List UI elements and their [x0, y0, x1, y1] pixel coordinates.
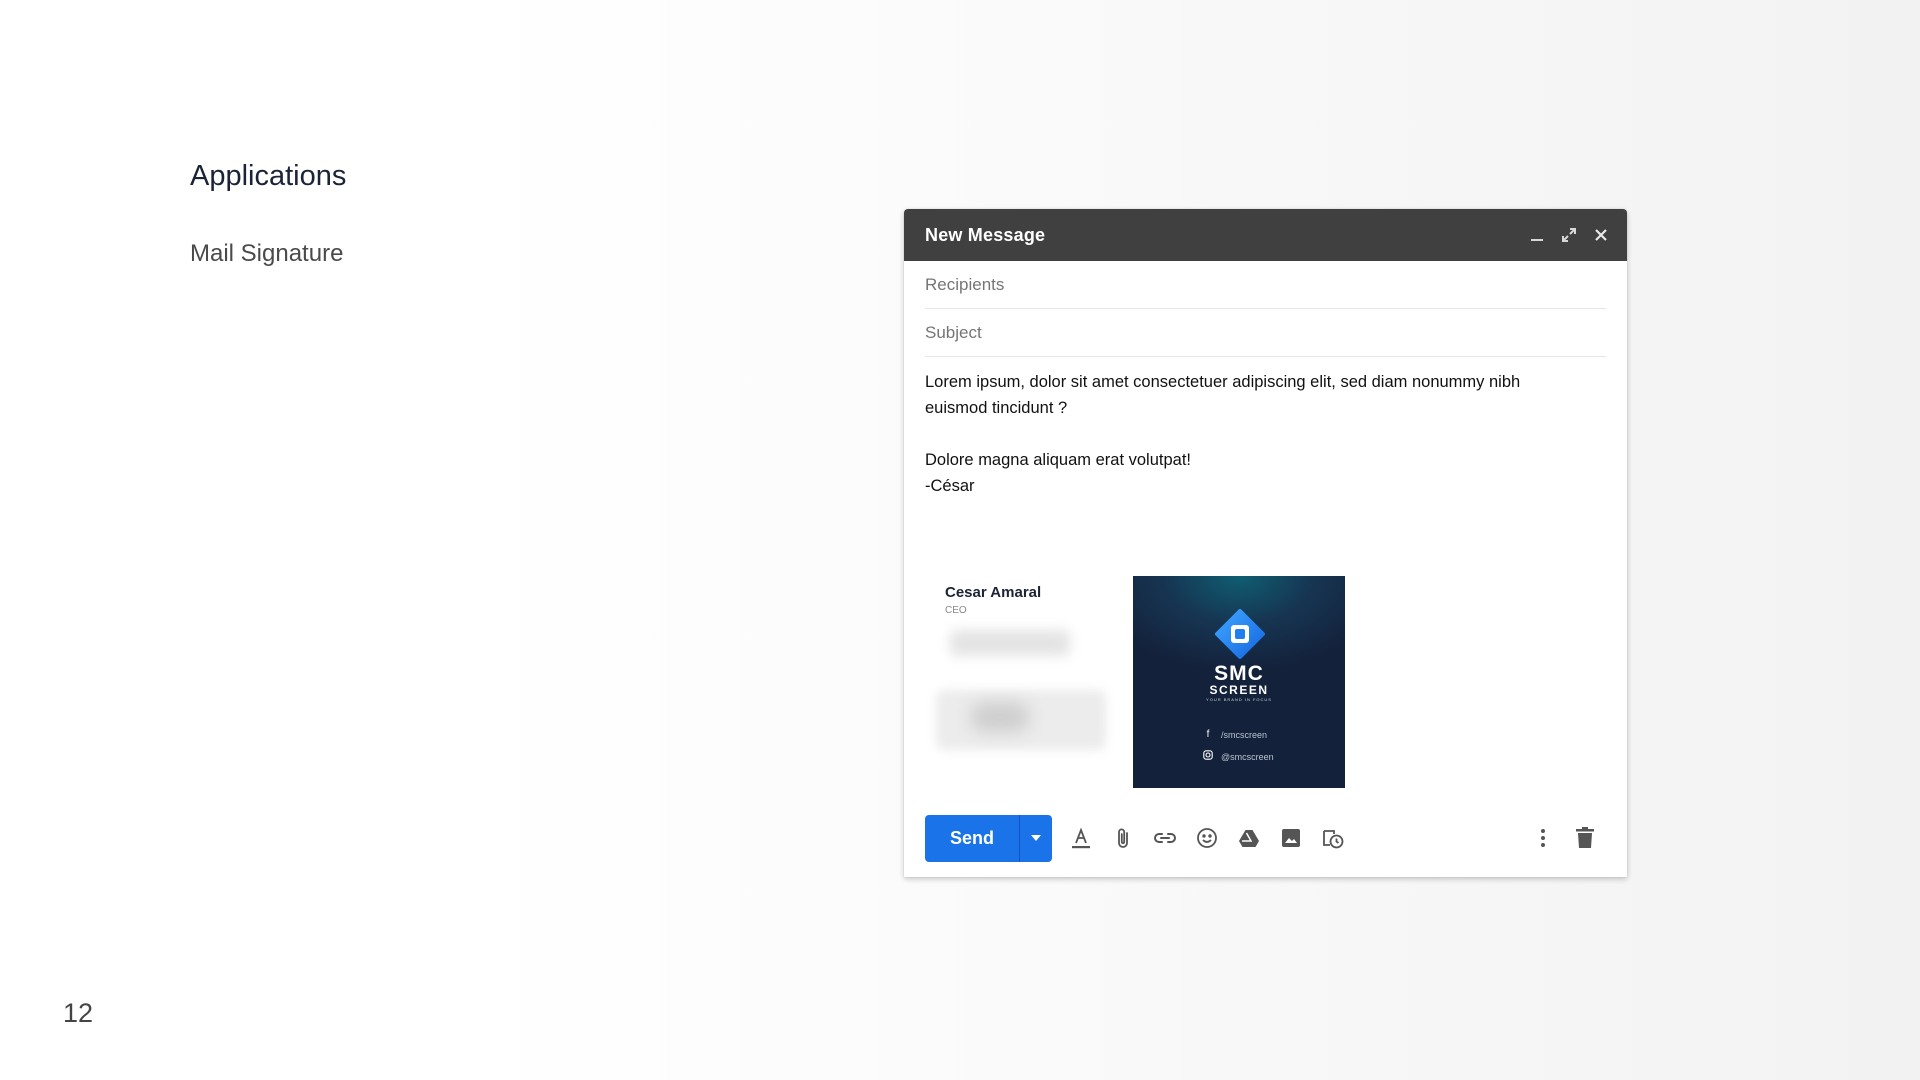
- text-format-icon[interactable]: [1060, 817, 1102, 859]
- instagram-icon: [1201, 750, 1215, 763]
- send-button-group: Send: [925, 814, 1052, 862]
- instagram-link[interactable]: @smcscreen: [1201, 750, 1274, 763]
- slide-heading: Applications: [190, 160, 347, 192]
- recipients-row: [925, 261, 1606, 309]
- blurred-contact: [950, 630, 1070, 656]
- expand-icon[interactable]: [1553, 219, 1585, 251]
- blurred-logo: [970, 702, 1030, 732]
- message-body[interactable]: Lorem ipsum, dolor sit amet consectetuer…: [925, 369, 1585, 499]
- drive-icon[interactable]: [1228, 817, 1270, 859]
- body-line: -César: [925, 477, 975, 495]
- signature-name: Cesar Amaral: [945, 584, 1042, 601]
- trash-icon[interactable]: [1564, 817, 1606, 859]
- emoji-icon[interactable]: [1186, 817, 1228, 859]
- signature-brand-card: SMC SCREEN YOUR BRAND IN FOCUS f /smcscr…: [1133, 576, 1345, 788]
- facebook-link[interactable]: f /smcscreen: [1201, 729, 1267, 740]
- chevron-down-icon: [1031, 835, 1041, 841]
- minimize-icon[interactable]: [1521, 219, 1553, 251]
- more-options-icon[interactable]: [1522, 817, 1564, 859]
- compose-title: New Message: [925, 224, 1046, 245]
- facebook-icon: f: [1206, 729, 1210, 740]
- signature-role: CEO: [945, 605, 967, 616]
- brand-subname: SCREEN: [1209, 683, 1269, 697]
- signature-details: Cesar Amaral CEO: [930, 570, 1110, 770]
- body-line: Dolore magna aliquam erat volutpat!: [925, 451, 1191, 469]
- recipients-input[interactable]: [925, 274, 1606, 295]
- slide-subheading: Mail Signature: [190, 240, 344, 267]
- image-icon[interactable]: [1270, 817, 1312, 859]
- instagram-handle: @smcscreen: [1221, 751, 1274, 762]
- link-icon[interactable]: [1144, 817, 1186, 859]
- schedule-icon[interactable]: [1312, 817, 1354, 859]
- subject-row: [925, 309, 1606, 357]
- subject-input[interactable]: [925, 322, 1606, 343]
- body-line: euismod tincidunt ?: [925, 399, 1068, 417]
- compose-titlebar: New Message: [904, 209, 1627, 261]
- facebook-handle: /smcscreen: [1221, 729, 1268, 740]
- body-line: Lorem ipsum, dolor sit amet consectetuer…: [925, 373, 1521, 391]
- page-number: 12: [63, 998, 94, 1028]
- close-icon[interactable]: [1585, 219, 1617, 251]
- brand-tagline: YOUR BRAND IN FOCUS: [1206, 697, 1272, 702]
- send-button[interactable]: Send: [925, 814, 1019, 862]
- compose-toolbar: Send: [925, 814, 1606, 862]
- attach-icon[interactable]: [1102, 817, 1144, 859]
- send-options-button[interactable]: [1019, 814, 1052, 862]
- smc-logo-icon: [1213, 609, 1267, 664]
- compose-window: New Message Lorem ipsum, dolor sit amet …: [904, 209, 1627, 877]
